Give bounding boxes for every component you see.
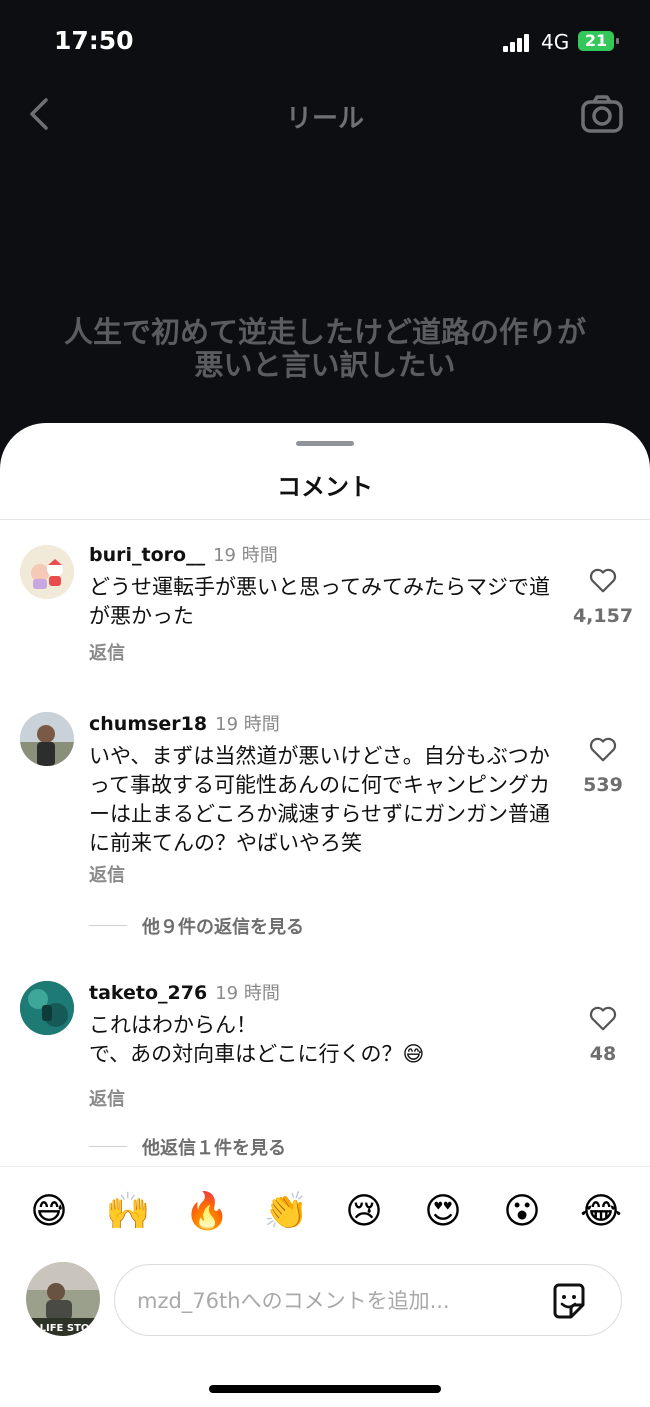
avatar[interactable] <box>20 545 74 599</box>
sticker-icon[interactable] <box>549 1281 589 1321</box>
comment-text-line: で、あの対向車はどこに行くの？😅 <box>89 1042 425 1066</box>
comment-text: いや、まずは当然道が悪いけどさ。自分もぶつかって事故する可能性あんのに何でキャン… <box>89 744 550 855</box>
page-title: リール <box>285 104 364 134</box>
comment-header: buri_toro__ 19 時間 <box>89 541 278 567</box>
comment-time: 19 時間 <box>213 545 278 566</box>
comment-time: 19 時間 <box>215 714 280 735</box>
like-count: 4,157 <box>572 605 634 627</box>
avatar-photo-icon: Y LIFE STOR <box>26 1262 100 1336</box>
comment-input-box[interactable] <box>114 1264 622 1336</box>
comment-input[interactable] <box>135 1283 539 1319</box>
comment-username[interactable]: taketo_276 <box>89 982 207 1004</box>
home-indicator <box>209 1385 441 1393</box>
emoji-heart-eyes-button[interactable]: 😍 <box>418 1192 468 1232</box>
comment-text: これはわからん！ で、あの対向車はどこに行くの？😅 <box>89 1011 559 1069</box>
reply-button[interactable]: 返信 <box>89 639 125 665</box>
comments-sheet: コメント buri_toro__ 19 時間 どうせ運転手が悪いと思ってみてみたら… <box>0 423 650 1407</box>
emoji-quick-bar: 😅 🙌 🔥 👏 😢 😍 😮 😂 <box>0 1166 650 1239</box>
comment-item: chumser18 19 時間 いや、まずは当然道が悪いけどさ。自分もぶつかって事… <box>0 710 650 890</box>
current-user-avatar[interactable]: Y LIFE STOR <box>26 1262 100 1336</box>
reel-caption: 人生で初めて逆走したけど道路の作りが悪いと言い訳したい <box>63 315 586 382</box>
comment-header: taketo_276 19 時間 <box>89 979 280 1005</box>
like-count: 48 <box>589 1043 617 1065</box>
comment-text: どうせ運転手が悪いと思ってみてみたらマジで道が悪かった <box>89 575 550 628</box>
emoji-clap-button[interactable]: 👏 <box>261 1192 311 1232</box>
reel-header: リール <box>0 84 650 148</box>
avatar[interactable] <box>20 981 74 1035</box>
camera-icon[interactable] <box>580 94 624 134</box>
like-count: 539 <box>583 774 623 796</box>
divider <box>89 1146 127 1147</box>
divider <box>89 925 127 926</box>
view-more-replies-label: 他返信１件を見る <box>142 1138 286 1159</box>
heart-icon[interactable] <box>588 1003 618 1033</box>
comment-text-line: これはわからん！ <box>89 1013 257 1037</box>
emoji-sweat-smile-button[interactable]: 😅 <box>24 1192 74 1232</box>
emoji-fire-button[interactable]: 🔥 <box>182 1192 232 1232</box>
comment-time: 19 時間 <box>215 983 280 1004</box>
reply-button[interactable]: 返信 <box>89 861 125 887</box>
avatar-overlay-text: Y LIFE STOR <box>28 1323 97 1334</box>
sheet-title: コメント <box>277 473 373 501</box>
heart-icon[interactable] <box>588 565 618 595</box>
comment-username[interactable]: chumser18 <box>89 713 207 735</box>
network-type: 4G <box>541 30 570 54</box>
emoji-cry-button[interactable]: 😢 <box>339 1192 389 1232</box>
reply-button[interactable]: 返信 <box>89 1085 125 1111</box>
avatar-photo-icon <box>20 981 74 1035</box>
comment-header: chumser18 19 時間 <box>89 710 280 736</box>
sheet-grabber[interactable] <box>296 441 354 446</box>
status-bar: 17:50 4G 21 <box>0 0 650 84</box>
comment-item: taketo_276 19 時間 これはわからん！ で、あの対向車はどこに行くの？… <box>0 979 650 1111</box>
avatar-illustration-icon <box>20 545 74 599</box>
signal-icon <box>503 34 529 52</box>
emoji-open-mouth-button[interactable]: 😮 <box>497 1192 547 1232</box>
comment-item: buri_toro__ 19 時間 どうせ運転手が悪いと思ってみてみたらマジで道が… <box>0 541 650 671</box>
divider <box>0 519 650 520</box>
avatar[interactable] <box>20 712 74 766</box>
emoji-joy-button[interactable]: 😂 <box>576 1192 626 1232</box>
emoji-raised-hands-button[interactable]: 🙌 <box>103 1192 153 1232</box>
heart-icon[interactable] <box>588 734 618 764</box>
battery-icon: 21 <box>578 31 619 51</box>
status-time: 17:50 <box>54 26 134 55</box>
comment-username[interactable]: buri_toro__ <box>89 544 205 566</box>
avatar-photo-icon <box>20 712 74 766</box>
comment-input-row: Y LIFE STOR <box>0 1258 650 1338</box>
view-more-replies-label: 他９件の返信を見る <box>142 917 304 938</box>
